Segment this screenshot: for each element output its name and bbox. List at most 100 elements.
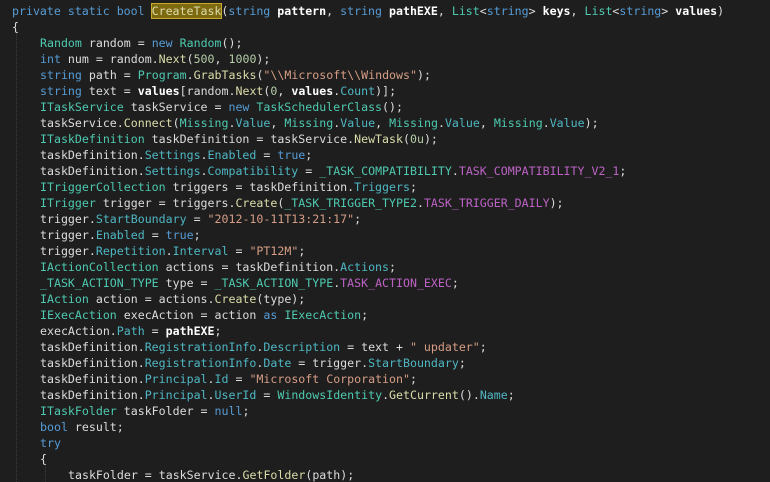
code-token: ITaskService — [40, 100, 124, 114]
code-line[interactable]: taskDefinition.Settings.Enabled = true; — [0, 147, 770, 163]
code-line[interactable]: IAction action = actions.Create(type); — [0, 291, 770, 307]
code-line[interactable]: taskDefinition.Principal.UserId = Window… — [0, 387, 770, 403]
code-token: ITaskFolder — [40, 404, 117, 418]
code-token: = — [228, 244, 250, 258]
code-token: (type); — [256, 292, 306, 306]
code-token: . — [186, 68, 194, 82]
code-token: ; — [214, 324, 222, 338]
code-token: taskFolder = — [116, 404, 215, 418]
code-token: Enabled — [95, 228, 145, 242]
code-line[interactable]: string path = Program.GrabTasks("\\Micro… — [0, 67, 770, 83]
code-editor[interactable]: private static bool CreateTask(string pa… — [0, 0, 770, 482]
code-line[interactable]: _TASK_ACTION_TYPE type = _TASK_ACTION_TY… — [0, 275, 770, 291]
code-token: pathEXE — [165, 324, 215, 338]
code-token: TASK_COMPATIBILITY_V2_1 — [458, 164, 620, 178]
code-token: (); — [382, 100, 403, 114]
code-token: > — [528, 4, 543, 18]
code-token: RegistrationInfo — [144, 356, 257, 370]
code-token: Count — [340, 84, 376, 98]
code-line[interactable]: ITrigger trigger = triggers.Create(_TASK… — [0, 195, 770, 211]
code-token: List — [584, 4, 613, 18]
code-token: . — [382, 388, 390, 402]
code-line[interactable]: try — [0, 435, 770, 451]
code-token: GetCurrent — [389, 388, 459, 402]
code-line[interactable]: IExecAction execAction = action as IExec… — [0, 307, 770, 323]
code-line[interactable]: string text = values[random.Next(0, valu… — [0, 83, 770, 99]
code-token: ; — [242, 404, 250, 418]
code-line[interactable]: Random random = new Random(); — [0, 35, 770, 51]
code-token: ; — [409, 372, 417, 386]
code-line[interactable]: trigger.Repetition.Interval = "PT12M"; — [0, 243, 770, 259]
code-token: keys — [542, 4, 571, 18]
code-token: ; — [619, 164, 627, 178]
code-token: Settings — [144, 164, 201, 178]
code-line[interactable]: taskDefinition.Principal.Id = "Microsoft… — [0, 371, 770, 387]
code-token: = — [186, 212, 208, 226]
code-token: string — [40, 68, 89, 82]
code-line[interactable]: IActionCollection actions = taskDefiniti… — [0, 259, 770, 275]
code-token: taskDefinition. — [40, 388, 145, 402]
code-token: . — [451, 164, 459, 178]
code-token: true — [165, 228, 194, 242]
code-line[interactable]: trigger.Enabled = true; — [0, 227, 770, 243]
code-token: ; — [193, 228, 201, 242]
code-token: { — [12, 20, 19, 34]
code-token: values — [291, 84, 334, 98]
code-token: ; — [458, 356, 466, 370]
code-token: execAction = action — [116, 308, 264, 322]
code-token: ; — [354, 212, 362, 226]
code-token: values — [675, 4, 718, 18]
code-token: ) — [717, 4, 725, 18]
code-line[interactable]: ITaskDefinition taskDefinition = taskSer… — [0, 131, 770, 147]
code-line[interactable]: taskDefinition.Settings.Compatibility = … — [0, 163, 770, 179]
code-token: triggers = taskDefinition. — [165, 180, 355, 194]
code-token: GrabTasks — [193, 68, 257, 82]
code-line[interactable]: ITaskFolder taskFolder = null; — [0, 403, 770, 419]
code-line[interactable]: ITriggerCollection triggers = taskDefini… — [0, 179, 770, 195]
code-line[interactable]: taskDefinition.RegistrationInfo.Descript… — [0, 339, 770, 355]
code-line[interactable]: execAction.Path = pathEXE; — [0, 323, 770, 339]
code-token: _TASK_ACTION_TYPE — [214, 276, 334, 290]
code-line[interactable]: taskFolder = taskService.GetFolder(path)… — [0, 467, 770, 482]
code-line[interactable]: ITaskService taskService = new TaskSched… — [0, 99, 770, 115]
code-token: Settings — [144, 148, 201, 162]
code-token: Program — [137, 68, 187, 82]
code-token: path = — [88, 68, 138, 82]
code-token: . — [207, 372, 215, 386]
code-line[interactable]: { — [0, 19, 770, 35]
code-token: type = — [158, 276, 215, 290]
code-token: taskDefinition. — [40, 340, 145, 354]
code-token: pattern — [277, 4, 327, 18]
code-token: Description — [263, 340, 341, 354]
code-token: Value — [444, 116, 480, 130]
code-token: _TASK_ACTION_TYPE — [40, 276, 159, 290]
code-token: text = — [88, 84, 138, 98]
code-token: . — [207, 388, 215, 402]
code-line[interactable]: { — [0, 451, 770, 467]
code-token: try — [40, 436, 61, 450]
code-token: 1000 — [228, 52, 257, 66]
code-token: . — [437, 116, 445, 130]
code-token: ; — [507, 388, 515, 402]
code-line[interactable]: int num = random.Next(500, 1000); — [0, 51, 770, 67]
code-token: ); — [423, 132, 438, 146]
code-token: string — [40, 84, 89, 98]
code-token: TASK_TRIGGER_DAILY — [423, 196, 550, 210]
code-line[interactable]: private static bool CreateTask(string pa… — [0, 3, 770, 19]
code-token: Id — [214, 372, 229, 386]
code-token: . — [416, 196, 424, 210]
code-token: Principal — [144, 372, 208, 386]
code-token: StartBoundary — [95, 212, 187, 226]
code-token: [random. — [179, 84, 236, 98]
code-line[interactable]: bool result; — [0, 419, 770, 435]
code-token: List — [451, 4, 480, 18]
code-token: null — [214, 404, 243, 418]
code-token: ; — [479, 340, 487, 354]
code-line[interactable]: trigger.StartBoundary = "2012-10-11T13:2… — [0, 211, 770, 227]
code-line[interactable]: taskDefinition.RegistrationInfo.Date = t… — [0, 355, 770, 371]
code-token: true — [277, 148, 306, 162]
code-line[interactable]: taskService.Connect(Missing.Value, Missi… — [0, 115, 770, 131]
code-token: ); — [256, 52, 271, 66]
code-token: Compatibility — [207, 164, 299, 178]
code-token: = trigger. — [291, 356, 369, 370]
